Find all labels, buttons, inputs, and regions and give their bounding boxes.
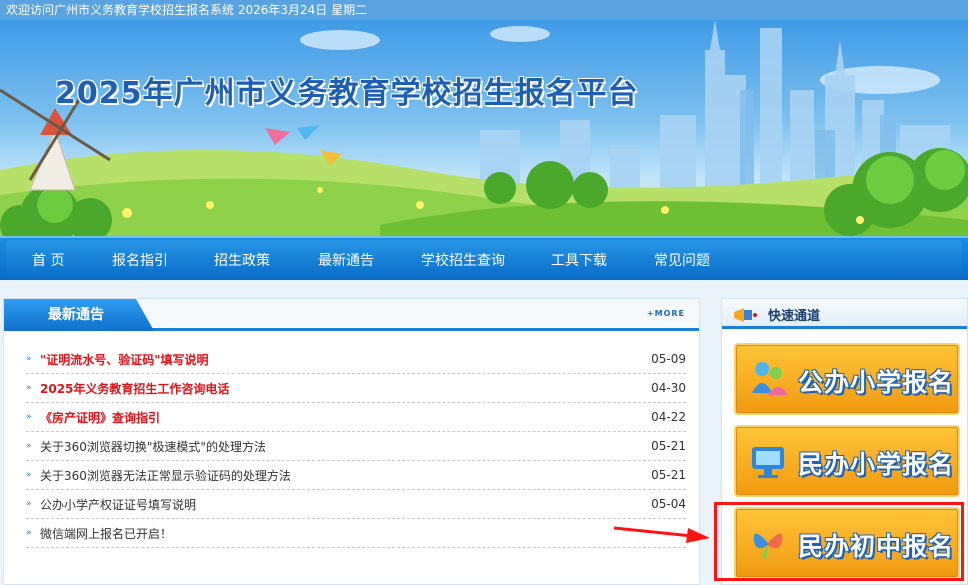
notice-title[interactable]: 关于360浏览器无法正常显示验证码的处理方法: [40, 467, 646, 484]
bullet-icon: »: [26, 499, 32, 509]
nav-item-home[interactable]: 首 页: [32, 250, 64, 270]
welcome-text: 欢迎访问广州市义务教育学校招生报名系统 2026年3月24日 星期二: [6, 3, 368, 17]
notice-title[interactable]: 公办小学产权证证号填写说明: [40, 496, 646, 513]
nav-item-downloads[interactable]: 工具下载: [551, 250, 607, 270]
notice-title[interactable]: 关于360浏览器切换"极速模式"的处理方法: [40, 438, 646, 455]
monitor-icon: [752, 447, 784, 478]
highlight-frame: [714, 502, 964, 581]
bullet-icon: »: [26, 528, 32, 538]
main-nav: 首 页 报名指引 招生政策 最新通告 学校招生查询 工具下载 常见问题: [0, 236, 968, 280]
megaphone-icon: [734, 308, 757, 322]
notice-date: 05-09: [651, 352, 686, 366]
notice-item[interactable]: » 《房产证明》查询指引 04-22: [26, 403, 686, 432]
nav-item-notices[interactable]: 最新通告: [318, 250, 374, 270]
notice-item[interactable]: » 关于360浏览器无法正常显示验证码的处理方法 05-21: [26, 461, 686, 490]
quick-access-header: 快速通道: [722, 299, 967, 329]
notice-date: 05-04: [651, 497, 686, 511]
private-primary-signup-button[interactable]: 民办小学报名: [734, 425, 960, 497]
notice-panel-title: 最新通告: [4, 299, 154, 331]
bullet-icon: »: [26, 470, 32, 480]
notice-item[interactable]: » 微信端网上报名已开启！: [26, 519, 686, 548]
bullet-icon: »: [26, 354, 32, 364]
kids-icon: [752, 362, 788, 395]
notice-date: 04-30: [651, 381, 686, 395]
notice-date: 05-21: [651, 468, 686, 482]
notice-date: 05-21: [651, 439, 686, 453]
header-banner: 2025年广州市义务教育学校招生报名平台: [0, 20, 968, 242]
nav-item-policy[interactable]: 招生政策: [214, 250, 270, 270]
welcome-bar: 欢迎访问广州市义务教育学校招生报名系统 2026年3月24日 星期二: [0, 0, 968, 20]
notice-date: 04-22: [651, 410, 686, 424]
public-primary-signup-label: 公办小学报名: [798, 368, 955, 397]
notice-title[interactable]: 2025年义务教育招生工作咨询电话: [40, 380, 646, 397]
notice-panel-header: 最新通告 +MORE: [4, 299, 699, 331]
nav-item-guide[interactable]: 报名指引: [112, 250, 168, 270]
more-link[interactable]: +MORE: [647, 309, 685, 318]
notice-item[interactable]: » 关于360浏览器切换"极速模式"的处理方法 05-21: [26, 432, 686, 461]
notice-list: » "证明流水号、验证码"填写说明 05-09 » 2025年义务教育招生工作咨…: [26, 345, 686, 548]
bullet-icon: »: [26, 441, 32, 451]
nav-item-school-query[interactable]: 学校招生查询: [421, 250, 505, 270]
banner-illustration: [0, 20, 968, 242]
bullet-icon: »: [26, 412, 32, 422]
private-primary-signup-label: 民办小学报名: [798, 450, 955, 479]
notice-item[interactable]: » "证明流水号、验证码"填写说明 05-09: [26, 345, 686, 374]
nav-item-faq[interactable]: 常见问题: [654, 250, 710, 270]
quick-access-title: 快速通道: [768, 309, 821, 324]
notice-item[interactable]: » 公办小学产权证证号填写说明 05-04: [26, 490, 686, 519]
notice-title[interactable]: 微信端网上报名已开启！: [40, 525, 646, 542]
annotation-arrow-icon: [613, 526, 710, 543]
public-primary-signup-button[interactable]: 公办小学报名: [734, 343, 960, 415]
notice-item[interactable]: » 2025年义务教育招生工作咨询电话 04-30: [26, 374, 686, 403]
notice-title[interactable]: 《房产证明》查询指引: [40, 409, 646, 426]
notice-title[interactable]: "证明流水号、验证码"填写说明: [40, 351, 646, 368]
site-title: 2025年广州市义务教育学校招生报名平台: [55, 76, 639, 111]
bullet-icon: »: [26, 383, 32, 393]
notice-panel: 最新通告 +MORE » "证明流水号、验证码"填写说明 05-09 » 202…: [3, 298, 700, 585]
